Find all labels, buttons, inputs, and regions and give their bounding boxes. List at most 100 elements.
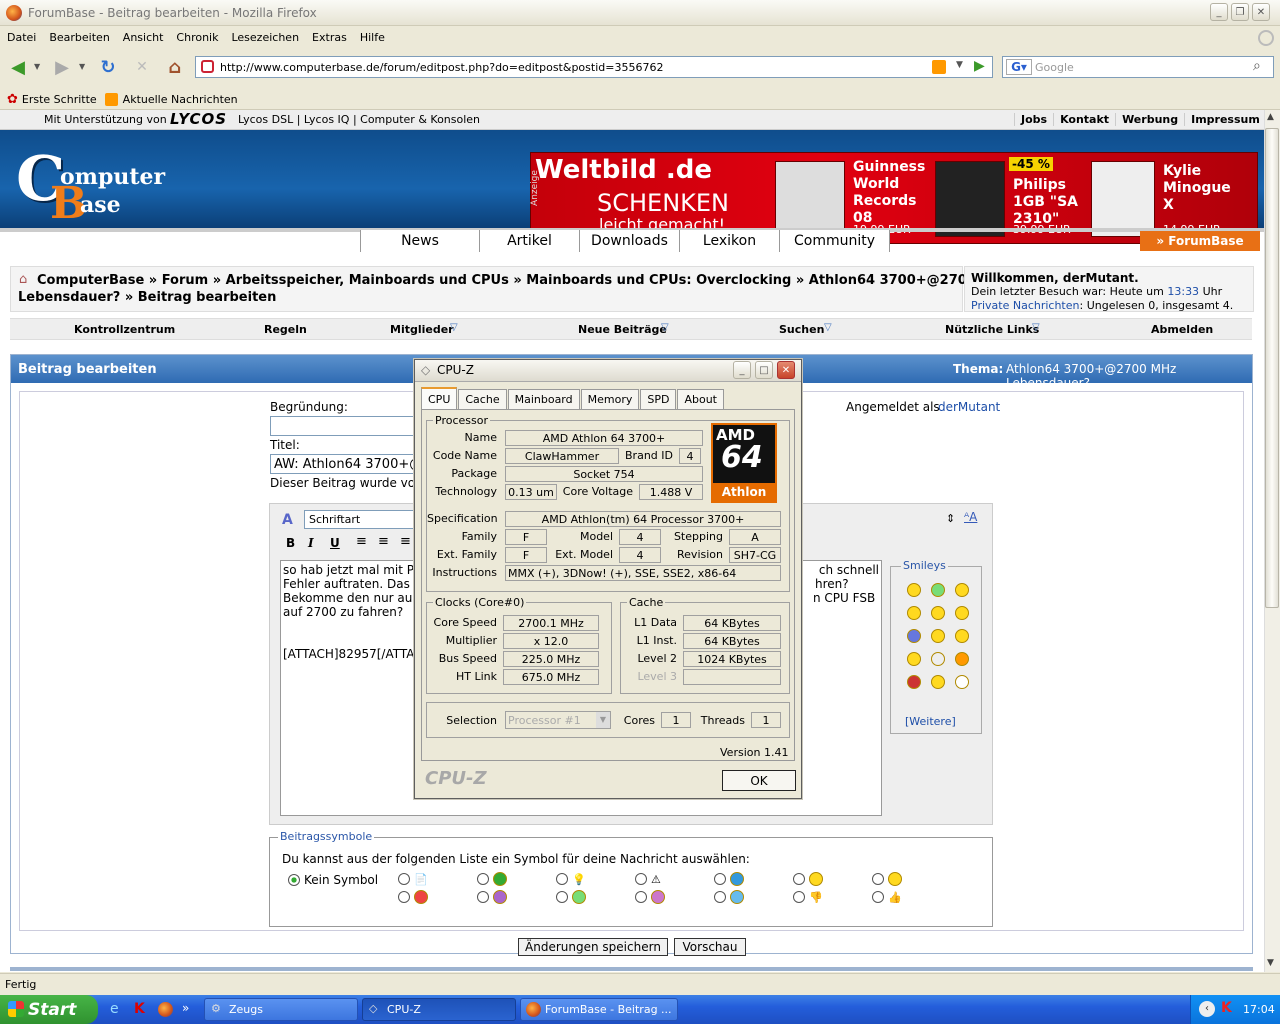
align-center-icon[interactable]: ≡ (378, 534, 389, 549)
post-icon-radio[interactable] (872, 891, 884, 903)
cpuz-close-button[interactable]: ✕ (777, 361, 795, 379)
chevron-down-icon[interactable]: ▽ (450, 322, 458, 333)
post-icon-radio[interactable] (556, 891, 568, 903)
home-icon[interactable]: ⌂ (19, 272, 27, 287)
smiley-icon[interactable] (907, 583, 921, 597)
smiley-icon[interactable] (907, 629, 921, 643)
private-messages-link[interactable]: Private Nachrichten (971, 299, 1080, 312)
toolbar-regeln[interactable]: Regeln (264, 323, 307, 336)
smiley-icon[interactable] (931, 652, 945, 666)
tab-about[interactable]: About (677, 388, 724, 409)
start-button[interactable]: Start (0, 995, 98, 1024)
smiley-icon[interactable] (931, 675, 945, 689)
back-dropdown-icon[interactable]: ▼ (34, 62, 40, 71)
menu-extras[interactable]: Extras (312, 31, 347, 44)
quicklaunch-more-icon[interactable]: » (182, 1001, 189, 1015)
forward-icon[interactable]: ▶ (48, 53, 76, 81)
toolbar-kontrollzentrum[interactable]: Kontrollzentrum (74, 323, 175, 336)
search-icon[interactable]: ⌕ (1253, 58, 1261, 74)
underline-icon[interactable]: U (330, 536, 340, 550)
smiley-icon[interactable] (955, 583, 969, 597)
toolbar-neue-beitraege[interactable]: Neue Beiträge (578, 323, 667, 336)
save-button[interactable]: Änderungen speichern (518, 938, 668, 956)
font-format-icon[interactable]: A (282, 512, 293, 528)
post-icon-radio[interactable] (477, 891, 489, 903)
kaspersky-icon[interactable]: K (134, 1001, 145, 1017)
ok-button[interactable]: OK (722, 770, 796, 791)
post-icon-radio[interactable] (714, 891, 726, 903)
kaspersky-tray-icon[interactable]: K (1221, 1000, 1232, 1016)
font-size-icon[interactable]: ᴬA (964, 510, 977, 524)
reason-input[interactable] (270, 416, 430, 436)
smiley-icon[interactable] (931, 629, 945, 643)
smiley-icon[interactable] (907, 606, 921, 620)
scrollbar-thumb[interactable] (1265, 128, 1279, 608)
selection-dropdown[interactable]: Processor #1 ▼ (505, 711, 611, 729)
ie-icon[interactable]: e (110, 1001, 119, 1017)
post-icon-radio[interactable] (793, 891, 805, 903)
post-icon-radio[interactable] (635, 873, 647, 885)
toolbar-nuetzliche-links[interactable]: Nützliche Links (945, 323, 1039, 336)
font-select[interactable]: Schriftart (304, 510, 414, 529)
chevron-down-icon[interactable]: ▽ (1032, 322, 1040, 333)
post-icon-radio[interactable] (793, 873, 805, 885)
nav-downloads[interactable]: Downloads (580, 230, 680, 252)
bookmark-erste-schritte[interactable]: Erste Schritte (22, 93, 97, 106)
cpuz-maximize-button[interactable]: □ (755, 361, 773, 379)
smiley-icon[interactable] (907, 675, 921, 689)
link-kontakt[interactable]: Kontakt (1053, 113, 1115, 126)
breadcrumb-path-2[interactable]: Lebensdauer? » Beitrag bearbeiten (18, 290, 276, 305)
smileys-more-link[interactable]: [Weitere] (905, 715, 956, 728)
link-impressum[interactable]: Impressum (1184, 113, 1264, 126)
tab-cpu[interactable]: CPU (421, 387, 458, 410)
go-icon[interactable]: ▶ (974, 58, 985, 74)
align-right-icon[interactable]: ≡ (400, 534, 411, 549)
title-input[interactable]: AW: Athlon64 3700+@ (270, 454, 430, 474)
smiley-icon[interactable] (955, 629, 969, 643)
minimize-button[interactable]: _ (1210, 3, 1228, 21)
radio-no-icon[interactable] (288, 874, 300, 886)
close-button[interactable]: ✕ (1252, 3, 1270, 21)
nav-artikel[interactable]: Artikel (480, 230, 580, 252)
toolbar-abmelden[interactable]: Abmelden (1151, 323, 1213, 336)
thema-value[interactable]: Athlon64 3700+@2700 MHz Lebensdauer? (1006, 362, 1252, 390)
toolbar-mitglieder[interactable]: Mitglieder (390, 323, 454, 336)
tab-mainboard[interactable]: Mainboard (507, 388, 580, 409)
smiley-icon[interactable] (955, 606, 969, 620)
italic-icon[interactable]: I (308, 536, 314, 550)
logged-in-user[interactable]: derMutant (938, 400, 1000, 414)
task-zeugs[interactable]: ⚙ Zeugs (204, 998, 358, 1021)
chevron-down-icon[interactable]: ▽ (824, 322, 832, 333)
maximize-button[interactable]: ❐ (1231, 3, 1249, 21)
url-dropdown-icon[interactable]: ▼ (956, 60, 963, 70)
task-cpuz[interactable]: ◇ CPU-Z (362, 998, 516, 1021)
smiley-icon[interactable] (907, 652, 921, 666)
stop-icon[interactable]: ✕ (128, 53, 156, 81)
scroll-up-icon[interactable]: ▲ (1267, 112, 1274, 122)
forumbase-link[interactable]: » ForumBase (1140, 231, 1260, 251)
tab-cache[interactable]: Cache (458, 388, 507, 409)
post-icon-radio[interactable] (477, 873, 489, 885)
chevron-down-icon[interactable]: ▼ (596, 712, 610, 728)
menu-lesezeichen[interactable]: Lesezeichen (231, 31, 299, 44)
task-forumbase[interactable]: ForumBase - Beitrag ... (520, 998, 678, 1021)
scroll-down-icon[interactable]: ▼ (1267, 958, 1274, 968)
nav-community[interactable]: Community (780, 230, 890, 252)
tab-spd[interactable]: SPD (640, 388, 677, 409)
post-icon-radio[interactable] (398, 873, 410, 885)
tray-expand-icon[interactable]: ‹ (1199, 1001, 1215, 1017)
forward-dropdown-icon[interactable]: ▼ (79, 62, 85, 71)
link-werbung[interactable]: Werbung (1115, 113, 1184, 126)
preview-button[interactable]: Vorschau (674, 938, 746, 956)
smiley-icon[interactable] (955, 675, 969, 689)
search-engine-icon[interactable]: G▾ (1006, 59, 1032, 75)
bold-icon[interactable]: B (286, 536, 295, 550)
menu-hilfe[interactable]: Hilfe (360, 31, 385, 44)
menu-ansicht[interactable]: Ansicht (123, 31, 164, 44)
align-left-icon[interactable]: ≡ (356, 534, 367, 549)
breadcrumb-path[interactable]: ComputerBase » Forum » Arbeitsspeicher, … (37, 273, 1012, 288)
post-icon-radio[interactable] (635, 891, 647, 903)
tab-memory[interactable]: Memory (580, 388, 640, 409)
chevron-down-icon[interactable]: ▽ (661, 322, 669, 333)
resize-icon[interactable]: ⇕ (946, 512, 955, 525)
